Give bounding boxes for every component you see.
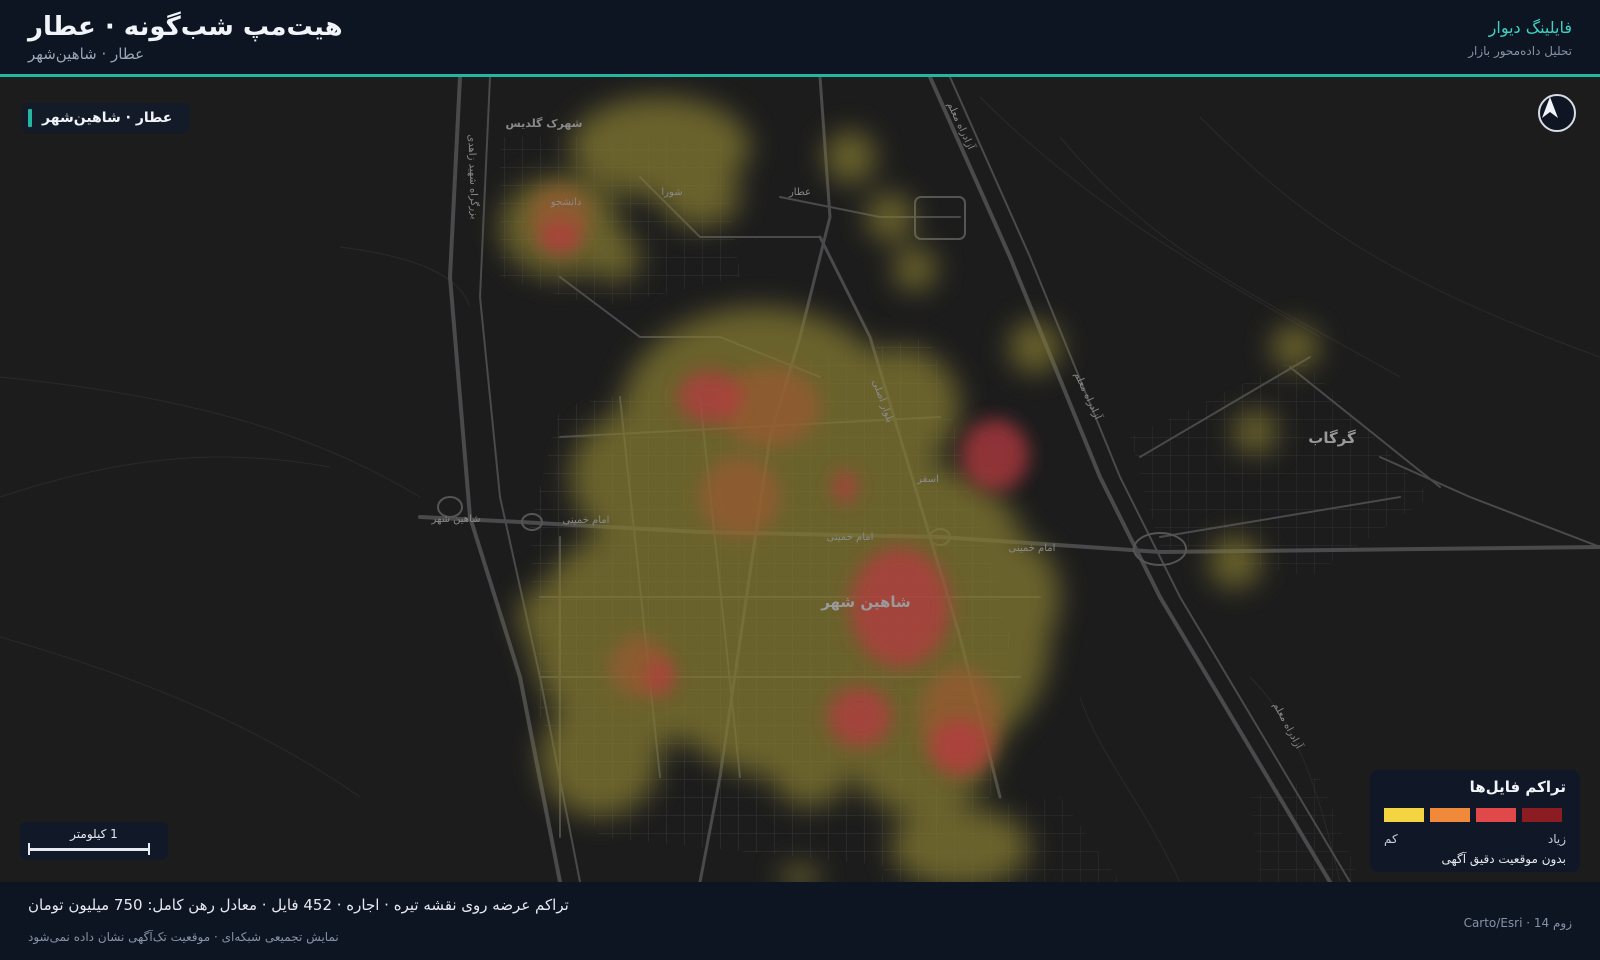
footer: تراکم عرضه روی نقشه تیره · اجاره · 452 ف… [0,882,1600,960]
app-frame: هیت‌مپ شب‌گونه · عطار عطار · شاهین‌شهر ف… [0,0,1600,960]
label-emam-2: امام خمینی [827,532,874,543]
label-golestan: شهرک گلدیس [506,117,583,130]
scale-tick-left [28,843,30,855]
label-emam-1: امام خمینی [563,515,610,526]
location-chip[interactable]: عطار · شاهین‌شهر [22,103,191,133]
footer-note: نمایش تجمیعی شبکه‌ای · موقعیت تک‌آگهی نش… [28,930,339,944]
legend-swatch-mid-high [1476,808,1516,822]
label-city: شاهین شهر [820,593,911,611]
north-arrow-icon[interactable] [1538,94,1576,132]
scale-label: 1 کیلومتر [70,827,118,841]
legend-low-label: کم [1384,832,1398,846]
legend-title: تراکم فایل‌ها [1469,778,1566,796]
scale-bar: 1 کیلومتر [20,822,168,860]
page-title: هیت‌مپ شب‌گونه · عطار [28,12,343,42]
header: هیت‌مپ شب‌گونه · عطار عطار · شاهین‌شهر ف… [0,0,1600,74]
label-shahinshahr-road: شاهین شهر [430,514,480,525]
legend-swatch-high [1522,808,1562,822]
scale-line [28,848,150,851]
density-legend: تراکم فایل‌ها زیاد کم بدون موقعیت دقیق آ… [1370,770,1580,872]
legend-swatch-low [1384,808,1424,822]
map-canvas: شاهین شهر گرگاب شهرک گلدیس دانشجو شورا ا… [0,77,1600,882]
label-bozorgrah: بزرگراه شهید زاهدی [466,134,481,219]
footer-summary: تراکم عرضه روی نقشه تیره · اجاره · 452 ف… [28,896,569,914]
legend-high-label: زیاد [1547,832,1566,846]
label-shora: شورا [661,187,682,198]
legend-swatch-mid-low [1430,808,1470,822]
brand-name[interactable]: فایلینگ دیوار [1489,18,1572,37]
label-emam-3: امام خمینی [1009,543,1056,554]
location-chip-accent [28,109,32,127]
label-gorgab: گرگاب [1308,429,1356,447]
label-azadrah-3: آزادراه معلم [1270,700,1306,752]
label-daneshju: دانشجو [550,197,582,208]
brand-tagline: تحلیل داده‌محور بازار [1468,44,1572,58]
north-arrow-glyph [1542,97,1558,118]
label-asfar: اسفر [916,474,939,485]
location-chip-label: عطار · شاهین‌شهر [42,110,173,126]
label-atar: عطار [788,187,811,198]
page-subtitle: عطار · شاهین‌شهر [28,45,145,63]
heatmap-map[interactable]: شاهین شهر گرگاب شهرک گلدیس دانشجو شورا ا… [0,77,1600,882]
scale-tick-right [148,843,150,855]
legend-note: بدون موقعیت دقیق آگهی [1441,852,1566,866]
zoom-attribution: زوم 14 · Carto/Esri [1463,916,1572,930]
